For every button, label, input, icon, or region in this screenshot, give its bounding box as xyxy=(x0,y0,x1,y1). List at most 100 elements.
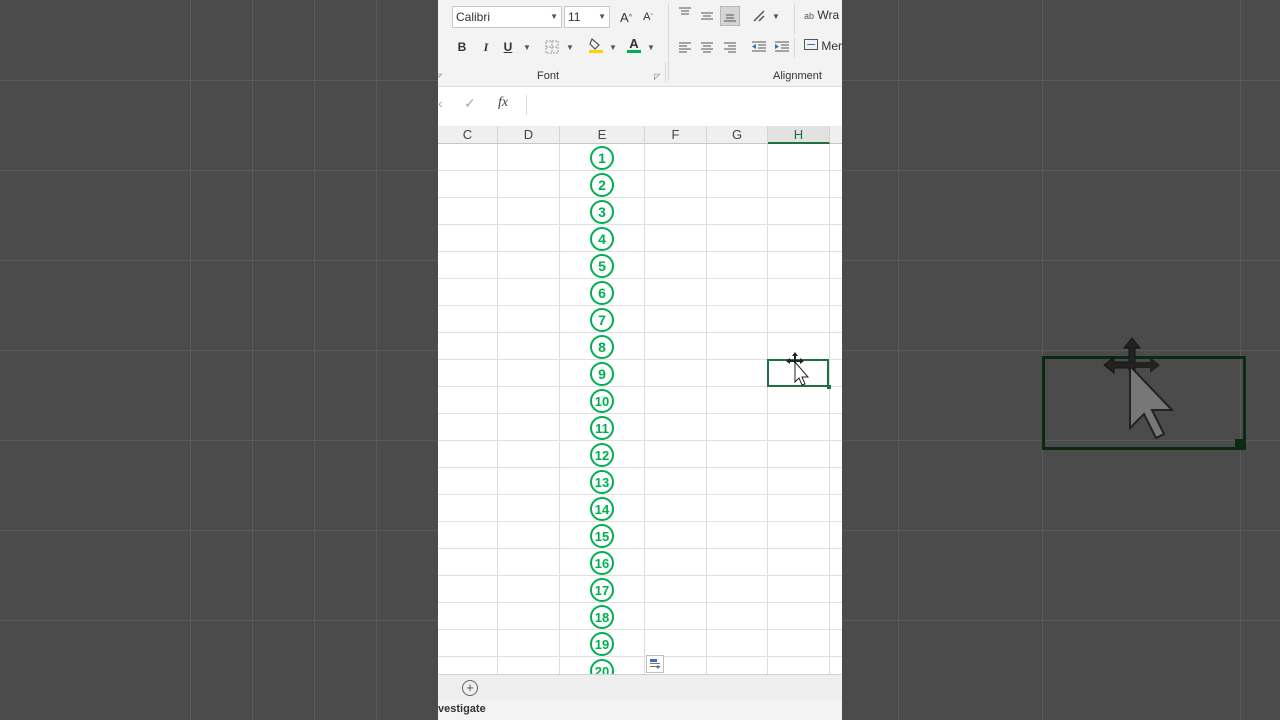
row-gridline xyxy=(438,278,842,279)
align-left-icon xyxy=(679,42,691,53)
wrap-text-button[interactable]: ab Wra xyxy=(804,8,839,22)
borders-button[interactable] xyxy=(542,37,562,57)
fill-color-button[interactable] xyxy=(586,35,606,55)
column-header-e[interactable]: E xyxy=(560,126,645,144)
circled-number-cell[interactable]: 18 xyxy=(590,605,614,629)
font-name-dropdown[interactable]: Calibri ▼ xyxy=(452,6,562,28)
column-header-d[interactable]: D xyxy=(498,126,560,144)
circled-number-cell[interactable]: 1 xyxy=(590,146,614,170)
row-gridline xyxy=(438,413,842,414)
row-gridline xyxy=(438,170,842,171)
circled-number-cell[interactable]: 16 xyxy=(590,551,614,575)
align-center-button[interactable] xyxy=(697,37,717,57)
row-gridline xyxy=(438,305,842,306)
formula-bar-spacer xyxy=(438,118,842,126)
quick-analysis-button[interactable] xyxy=(646,655,664,673)
add-sheet-button[interactable]: + xyxy=(462,680,478,696)
row-gridline xyxy=(438,602,842,603)
circled-number-cell[interactable]: 15 xyxy=(590,524,614,548)
align-left-button[interactable] xyxy=(675,37,695,57)
row-gridline xyxy=(438,467,842,468)
font-dialog-launcher-icon[interactable]: ◸ xyxy=(654,72,660,81)
align-right-icon xyxy=(724,42,736,53)
orientation-button[interactable] xyxy=(750,6,770,26)
increase-indent-icon xyxy=(775,41,789,52)
circled-number-cell[interactable]: 12 xyxy=(590,443,614,467)
status-bar: vestigate xyxy=(438,700,842,720)
cell-grid[interactable]: 1 2 3 4 5 6 7 8 9 10 11 12 13 14 15 16 17 18 19 20 xyxy=(438,144,842,674)
circled-number-cell[interactable]: 4 xyxy=(590,227,614,251)
fill-handle[interactable] xyxy=(827,385,831,389)
align-middle-button[interactable] xyxy=(697,6,717,26)
clipboard-launcher-icon[interactable]: ◸ xyxy=(438,72,442,81)
quick-analysis-icon xyxy=(650,659,660,669)
decrease-indent-button[interactable] xyxy=(749,37,769,57)
chevron-down-icon: ▼ xyxy=(550,12,558,21)
chevron-down-icon: ▼ xyxy=(523,43,531,52)
cancel-icon[interactable]: ‹ xyxy=(438,95,443,111)
alignment-group-label: Alignment xyxy=(773,70,822,82)
circled-number-cell[interactable]: 11 xyxy=(590,416,614,440)
group-separator xyxy=(668,4,669,80)
align-right-button[interactable] xyxy=(720,37,740,57)
underline-button[interactable]: U xyxy=(498,37,518,57)
row-gridline xyxy=(438,575,842,576)
insert-function-button[interactable]: fx xyxy=(498,95,508,111)
circled-number-cell[interactable]: 5 xyxy=(590,254,614,278)
chevron-down-icon: ▼ xyxy=(609,43,617,52)
paint-bucket-icon xyxy=(589,37,603,53)
ribbon: Calibri ▼ 11 ▼ A ^ Aˇ ▼ ab Wra B I U ▼ ▼… xyxy=(438,0,842,87)
font-size-value: 11 xyxy=(568,10,581,24)
borders-icon xyxy=(545,40,559,54)
chevron-down-icon: ▼ xyxy=(647,43,655,52)
circled-number-cell[interactable]: 10 xyxy=(590,389,614,413)
row-gridline xyxy=(438,521,842,522)
column-header-c[interactable]: C xyxy=(438,126,498,144)
group-separator xyxy=(794,38,795,58)
enter-check-icon[interactable]: ✓ xyxy=(464,95,476,112)
column-header-h[interactable]: H xyxy=(768,126,830,144)
circled-number-cell[interactable]: 8 xyxy=(590,335,614,359)
increase-indent-button[interactable] xyxy=(772,37,792,57)
row-gridline xyxy=(438,332,842,333)
column-header-f[interactable]: F xyxy=(645,126,707,144)
circled-number-cell[interactable]: 7 xyxy=(590,308,614,332)
circled-number-cell[interactable]: 2 xyxy=(590,173,614,197)
circled-number-cell[interactable]: 9 xyxy=(590,362,614,386)
align-top-button[interactable] xyxy=(675,3,695,23)
merge-cells-icon xyxy=(804,39,818,50)
font-name-value: Calibri xyxy=(456,10,491,24)
chevron-down-icon: ▼ xyxy=(598,12,606,21)
circled-number-cell[interactable]: 14 xyxy=(590,497,614,521)
excel-window: Calibri ▼ 11 ▼ A ^ Aˇ ▼ ab Wra B I U ▼ ▼… xyxy=(438,0,842,720)
zoomed-move-cursor-icon xyxy=(1103,337,1175,440)
decrease-indent-icon xyxy=(752,41,766,52)
font-size-dropdown[interactable]: 11 ▼ xyxy=(564,6,610,28)
formula-input[interactable] xyxy=(526,95,842,115)
circled-number-cell[interactable]: 17 xyxy=(590,578,614,602)
column-header-g[interactable]: G xyxy=(707,126,768,144)
italic-button[interactable]: I xyxy=(476,37,496,57)
chevron-down-icon: ▼ xyxy=(772,12,780,21)
circled-number-cell[interactable]: 19 xyxy=(590,632,614,656)
row-gridline xyxy=(438,251,842,252)
grow-font-button[interactable]: A ^ xyxy=(616,7,636,27)
formula-bar: ‹ ✓ fx xyxy=(438,92,842,118)
font-color-button[interactable]: A xyxy=(624,35,644,55)
merge-center-button[interactable]: Mer xyxy=(804,39,842,53)
align-center-icon xyxy=(701,42,713,53)
align-bottom-button[interactable] xyxy=(720,6,740,26)
shrink-font-button[interactable]: Aˇ xyxy=(638,7,658,27)
row-gridline xyxy=(438,548,842,549)
circled-number-cell[interactable]: 13 xyxy=(590,470,614,494)
circled-number-cell[interactable]: 20 xyxy=(590,659,614,674)
sheet-tab-bar: + xyxy=(438,674,842,701)
row-gridline xyxy=(438,440,842,441)
row-gridline xyxy=(438,197,842,198)
circled-number-cell[interactable]: 3 xyxy=(590,200,614,224)
circled-number-cell[interactable]: 6 xyxy=(590,281,614,305)
wrap-text-icon: ab xyxy=(804,11,815,21)
align-middle-icon xyxy=(701,12,713,20)
zoomed-fill-handle xyxy=(1235,439,1245,449)
bold-button[interactable]: B xyxy=(452,37,472,57)
